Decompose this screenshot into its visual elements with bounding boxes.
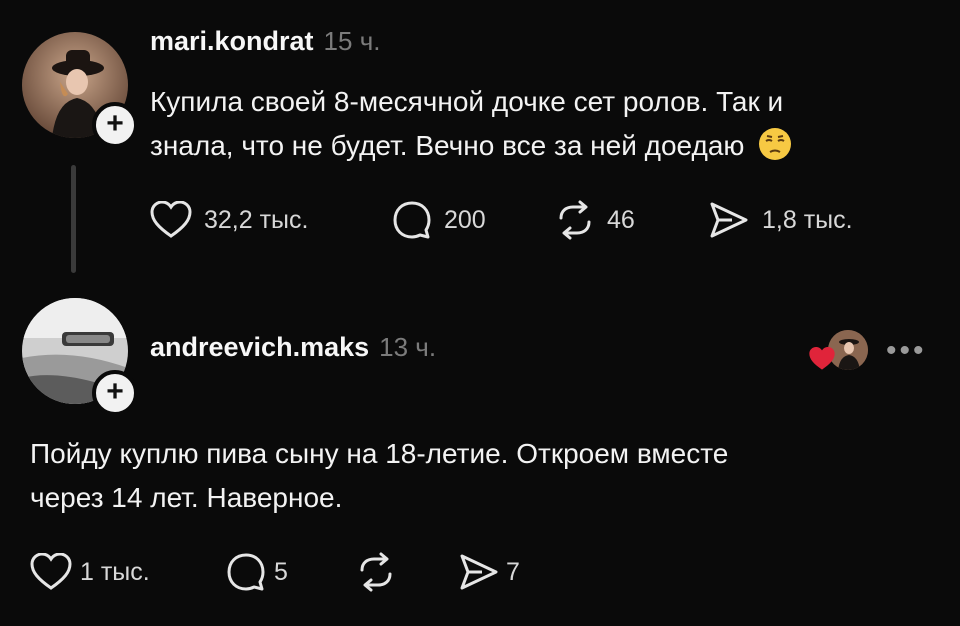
comment-button[interactable]: 5 (226, 552, 288, 592)
post-actions: 1 тыс. 5 7 (30, 552, 630, 592)
comment-icon (392, 200, 432, 240)
repost-button[interactable]: 46 (555, 200, 635, 240)
repost-count: 46 (607, 205, 635, 234)
post-1: + mari.kondrat 15 ч. Купила своей 8-месяч… (0, 0, 960, 290)
username[interactable]: andreevich.maks 13 ч. (150, 332, 436, 363)
post-text-line: Купила своей 8-месячной дочке сет ролов.… (150, 86, 784, 117)
comment-button[interactable]: 200 (392, 200, 486, 240)
repost-icon (356, 552, 396, 592)
post-2: + andreevich.maks 13 ч. ••• Пойду куплю п… (0, 290, 960, 626)
comment-count: 5 (274, 557, 288, 586)
thread-line (71, 165, 76, 273)
post-text: Купила своей 8-месячной дочке сет ролов.… (150, 80, 792, 174)
liked-by-author-badge (808, 330, 870, 372)
comment-icon (226, 552, 266, 592)
post-time: 13 ч. (379, 332, 437, 362)
pensive-face-icon (758, 127, 792, 174)
heart-icon (30, 553, 72, 591)
share-button[interactable]: 7 (458, 552, 520, 592)
heart-icon (150, 201, 192, 239)
username-text[interactable]: mari.kondrat (150, 26, 314, 56)
repost-icon (555, 200, 595, 240)
username-text[interactable]: andreevich.maks (150, 332, 369, 362)
comment-count: 200 (444, 205, 486, 234)
post-text-line-content: знала, что не будет. Вечно все за ней до… (150, 130, 745, 161)
more-options-button[interactable]: ••• (886, 334, 927, 368)
follow-plus-icon[interactable]: + (92, 370, 138, 416)
share-button[interactable]: 1,8 тыс. (708, 200, 853, 240)
post-text-line: через 14 лет. Наверное. (30, 482, 343, 513)
share-icon (708, 200, 750, 240)
like-count: 1 тыс. (80, 557, 150, 586)
post-time: 15 ч. (323, 26, 381, 56)
share-count: 7 (506, 557, 520, 586)
repost-button[interactable] (356, 552, 396, 592)
like-button[interactable]: 32,2 тыс. (150, 200, 308, 240)
follow-plus-icon[interactable]: + (92, 102, 138, 148)
post-text-line: знала, что не будет. Вечно все за ней до… (150, 124, 792, 174)
like-count: 32,2 тыс. (204, 205, 309, 234)
like-button[interactable]: 1 тыс. (30, 552, 150, 592)
post-text: Пойду куплю пива сыну на 18-летие. Откро… (30, 432, 728, 520)
post-text-line: Пойду куплю пива сыну на 18-летие. Откро… (30, 438, 729, 469)
username[interactable]: mari.kondrat 15 ч. (150, 26, 380, 57)
share-icon (458, 552, 500, 592)
share-count: 1,8 тыс. (762, 205, 853, 234)
post-actions: 32,2 тыс. 200 46 1,8 тыс. (150, 200, 910, 240)
heart-icon (808, 346, 836, 377)
